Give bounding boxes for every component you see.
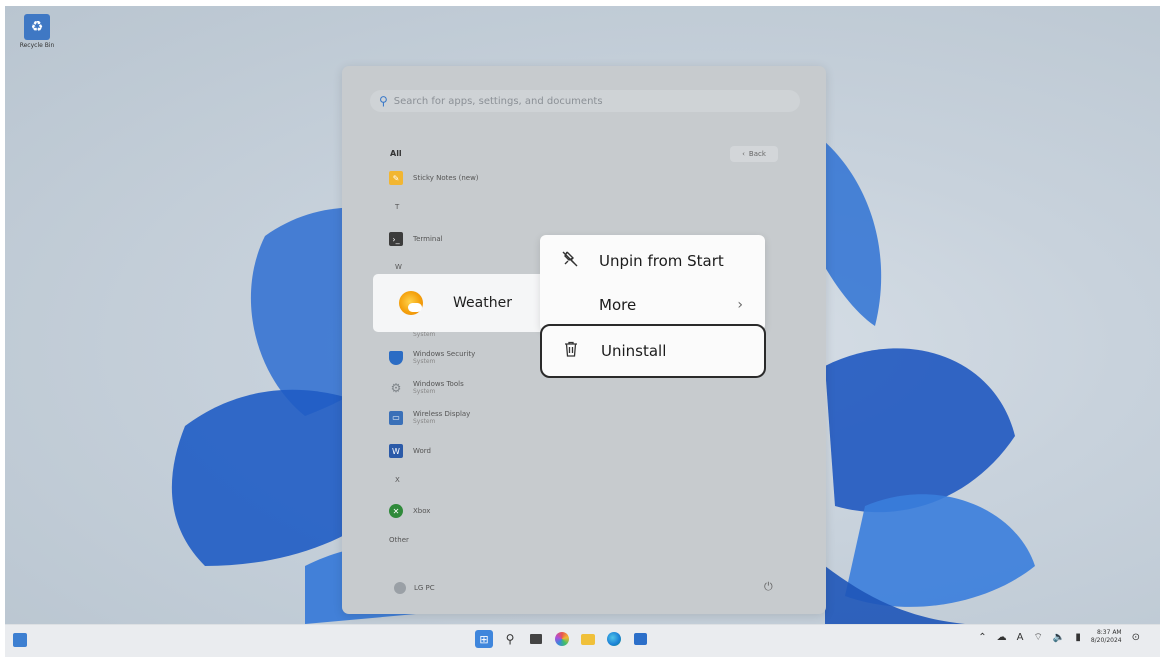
app-item-word[interactable]: W Word — [389, 444, 431, 458]
task-view-icon — [530, 634, 542, 644]
clock[interactable]: 8:37 AM 8/20/2024 — [1091, 629, 1122, 645]
app-label: Sticky Notes (new) — [413, 174, 479, 182]
back-button[interactable]: ‹ Back — [730, 146, 778, 162]
volume-icon[interactable]: 🔈 — [1053, 632, 1065, 643]
copilot-button[interactable] — [553, 630, 571, 648]
app-item-terminal[interactable]: ›_ Terminal — [389, 232, 443, 246]
store-button[interactable] — [631, 630, 649, 648]
letter-header-t[interactable]: T — [395, 203, 399, 211]
search-icon: ⚲ — [505, 632, 515, 646]
more-item[interactable]: More › — [540, 286, 765, 324]
search-icon: ⚲ — [379, 94, 388, 108]
app-label: Terminal — [413, 235, 443, 243]
recycle-bin-label: Recycle Bin — [19, 42, 55, 49]
weather-label: Weather — [453, 295, 512, 311]
shield-icon — [389, 350, 403, 365]
search-taskbar-button[interactable]: ⚲ — [501, 630, 519, 648]
notification-icon[interactable]: ⊙ — [1132, 632, 1140, 643]
power-icon: ⏻ — [764, 580, 773, 593]
task-view-button[interactable] — [527, 630, 545, 648]
avatar — [394, 582, 406, 594]
file-explorer-button[interactable] — [579, 630, 597, 648]
app-item-windows-tools[interactable]: ⚙ Windows Tools System — [389, 380, 464, 395]
unpin-icon — [560, 250, 580, 272]
edge-button[interactable] — [605, 630, 623, 648]
trash-icon — [562, 340, 582, 362]
word-icon: W — [389, 444, 403, 458]
app-label: Xbox — [413, 507, 431, 515]
edge-icon — [607, 632, 621, 646]
gear-icon: ⚙ — [390, 380, 402, 395]
display-icon: ▭ — [389, 410, 403, 425]
unpin-from-start-item[interactable]: Unpin from Start — [540, 242, 765, 280]
all-apps-header: All — [390, 149, 402, 158]
store-icon — [633, 633, 647, 645]
terminal-icon: ›_ — [389, 232, 403, 246]
uninstall-label: Uninstall — [601, 342, 667, 360]
app-item-xbox[interactable]: ✕ Xbox — [389, 504, 430, 518]
clock-time: 8:37 AM — [1096, 629, 1122, 636]
taskbar: ⊞ ⚲ ⌃ ☁ A ⌔ 🔈 ▮ 8:37 AM 8/20/2024 ⊙ — [5, 624, 1160, 657]
start-button[interactable]: ⊞ — [475, 630, 493, 648]
recycle-bin-icon: ♻ — [24, 14, 50, 40]
user-account-button[interactable]: LG PC — [394, 582, 435, 594]
app-item-sticky-notes[interactable]: ✎ Sticky Notes (new) — [389, 171, 479, 185]
chevron-up-icon[interactable]: ⌃ — [978, 632, 986, 643]
chevron-right-icon: › — [737, 297, 743, 313]
app-label: Windows Tools — [413, 380, 464, 388]
battery-icon[interactable]: ▮ — [1075, 632, 1081, 643]
widgets-icon[interactable] — [13, 633, 27, 647]
app-label: Wireless Display — [413, 410, 471, 418]
context-menu: Unpin from Start More › — [540, 235, 765, 331]
app-item-wireless-display[interactable]: ▭ Wireless Display System — [389, 410, 470, 425]
system-tray: ⌃ ☁ A ⌔ 🔈 ▮ 8:37 AM 8/20/2024 ⊙ — [978, 629, 1140, 645]
xbox-icon: ✕ — [389, 504, 403, 518]
more-label: More — [599, 296, 637, 314]
recycle-bin[interactable]: ♻ Recycle Bin — [9, 14, 65, 49]
app-subtitle: System — [413, 358, 436, 365]
copilot-icon — [555, 632, 569, 646]
user-name: LG PC — [414, 584, 435, 592]
search-input[interactable]: ⚲ Search for apps, settings, and documen… — [370, 90, 800, 112]
clock-date: 8/20/2024 — [1090, 637, 1122, 644]
uninstall-item[interactable]: Uninstall — [540, 324, 766, 378]
app-item-weather[interactable]: Weather — [373, 274, 545, 332]
search-placeholder: Search for apps, settings, and documents — [393, 95, 603, 107]
app-label: Word — [413, 447, 431, 455]
letter-header-other[interactable]: Other — [389, 536, 409, 544]
letter-header-x[interactable]: X — [395, 476, 400, 484]
app-subtitle: System — [413, 388, 436, 395]
letter-header-w[interactable]: W — [395, 263, 402, 271]
wifi-icon[interactable]: ⌔ — [1033, 631, 1042, 644]
hidden-app-subtitle: System — [413, 331, 436, 338]
unpin-label: Unpin from Start — [599, 252, 724, 270]
sticky-notes-icon: ✎ — [389, 171, 403, 185]
input-indicator[interactable]: A — [1017, 632, 1024, 643]
app-item-windows-security[interactable]: Windows Security System — [389, 350, 475, 365]
taskbar-center: ⊞ ⚲ — [475, 630, 649, 648]
app-subtitle: System — [413, 418, 436, 425]
windows-logo-icon: ⊞ — [479, 632, 489, 646]
app-label: Windows Security — [413, 350, 476, 358]
back-label: Back — [748, 150, 766, 158]
chevron-left-icon: ‹ — [742, 150, 745, 158]
onedrive-icon[interactable]: ☁ — [997, 632, 1007, 643]
folder-icon — [581, 633, 595, 645]
power-button[interactable]: ⏻ — [764, 580, 773, 594]
weather-icon — [399, 291, 423, 315]
